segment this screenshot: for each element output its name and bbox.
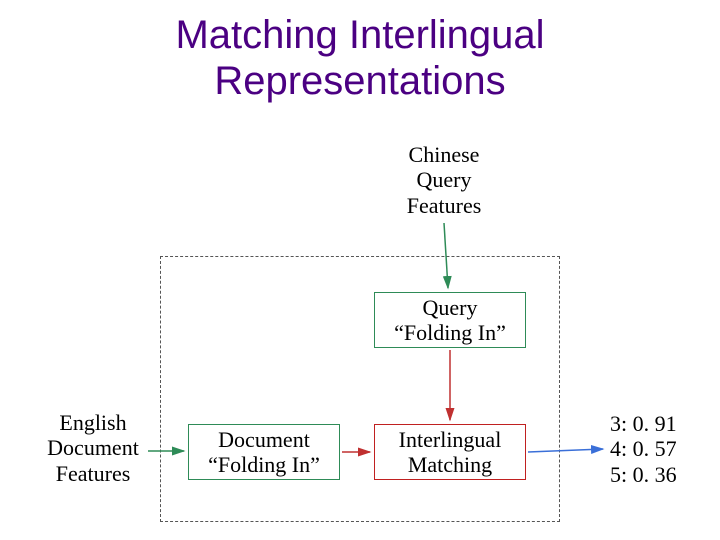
result-3: 5: 0. 36	[610, 462, 677, 487]
box-interlingual-matching: Interlingual Matching	[374, 424, 526, 480]
result-1: 3: 0. 91	[610, 411, 677, 436]
results-list: 3: 0. 91 4: 0. 57 5: 0. 36	[610, 411, 677, 487]
box-query-folding-in: Query “Folding In”	[374, 292, 526, 348]
label-chinese-query-features: Chinese Query Features	[388, 142, 500, 218]
label-english-l3: Features	[56, 461, 131, 486]
label-english-l1: English	[59, 410, 126, 435]
box-query-l2: “Folding In”	[394, 320, 506, 345]
box-match-l2: Matching	[408, 452, 492, 477]
box-doc-l1: Document	[218, 427, 310, 452]
label-chinese-l1: Chinese	[409, 142, 480, 167]
title-line-1: Matching Interlingual	[175, 13, 544, 57]
box-document-folding-in: Document “Folding In”	[188, 424, 340, 480]
title-line-2: Representations	[214, 59, 505, 103]
label-chinese-l2: Query	[417, 167, 472, 192]
label-english-l2: Document	[47, 435, 139, 460]
label-chinese-l3: Features	[407, 193, 482, 218]
box-match-l1: Interlingual	[399, 427, 502, 452]
label-english-document-features: English Document Features	[37, 410, 149, 486]
result-2: 4: 0. 57	[610, 436, 677, 461]
box-doc-l2: “Folding In”	[208, 452, 320, 477]
box-query-l1: Query	[423, 295, 478, 320]
diagram-title: Matching Interlingual Representations	[90, 12, 630, 104]
